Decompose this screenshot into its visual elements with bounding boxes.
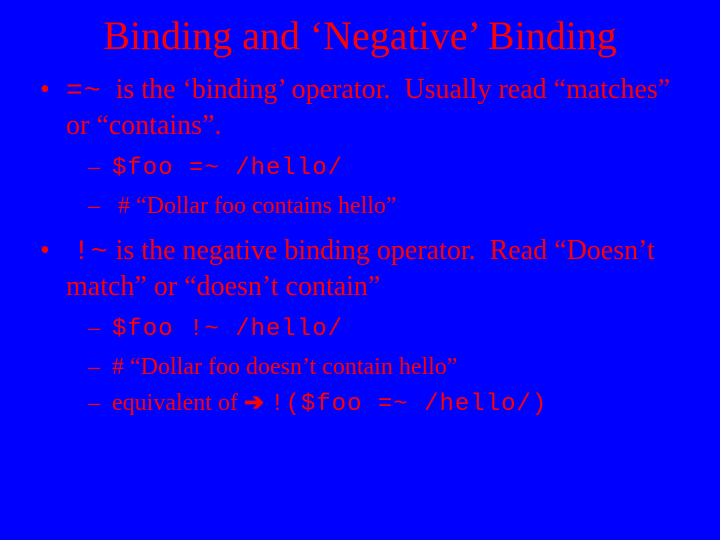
slide-title: Binding and ‘Negative’ Binding xyxy=(36,12,684,59)
sub-text: $foo !~ /hello/ xyxy=(112,315,343,341)
sub-list: $foo =~ /hello/ # “Dollar foo contains h… xyxy=(66,151,684,222)
sub-list-item: $foo =~ /hello/ xyxy=(88,151,684,185)
list-item: =~ is the ‘binding’ operator. Usually re… xyxy=(38,73,684,222)
sub-list: $foo !~ /hello/ # “Dollar foo doesn’t co… xyxy=(66,312,684,421)
sub-text: $foo =~ /hello/ xyxy=(112,154,343,180)
slide: Binding and ‘Negative’ Binding =~ is the… xyxy=(0,0,720,540)
list-item: !~ is the negative binding operator. Rea… xyxy=(38,234,684,421)
sub-list-item: # “Dollar foo doesn’t contain hello” xyxy=(88,351,684,383)
sub-list-item: $foo !~ /hello/ xyxy=(88,312,684,346)
bullet-text: !~ is the negative binding operator. Rea… xyxy=(66,235,655,302)
sub-text: # “Dollar foo doesn’t contain hello” xyxy=(112,354,457,380)
bullet-list: =~ is the ‘binding’ operator. Usually re… xyxy=(36,73,684,422)
sub-list-item: # “Dollar foo contains hello” xyxy=(88,190,684,222)
bullet-text: =~ is the ‘binding’ operator. Usually re… xyxy=(66,74,670,141)
sub-text: # “Dollar foo contains hello” xyxy=(112,193,397,219)
sub-text: equivalent of ➔ !($foo =~ /hello/) xyxy=(112,390,547,416)
sub-list-item: equivalent of ➔ !($foo =~ /hello/) xyxy=(88,387,684,421)
